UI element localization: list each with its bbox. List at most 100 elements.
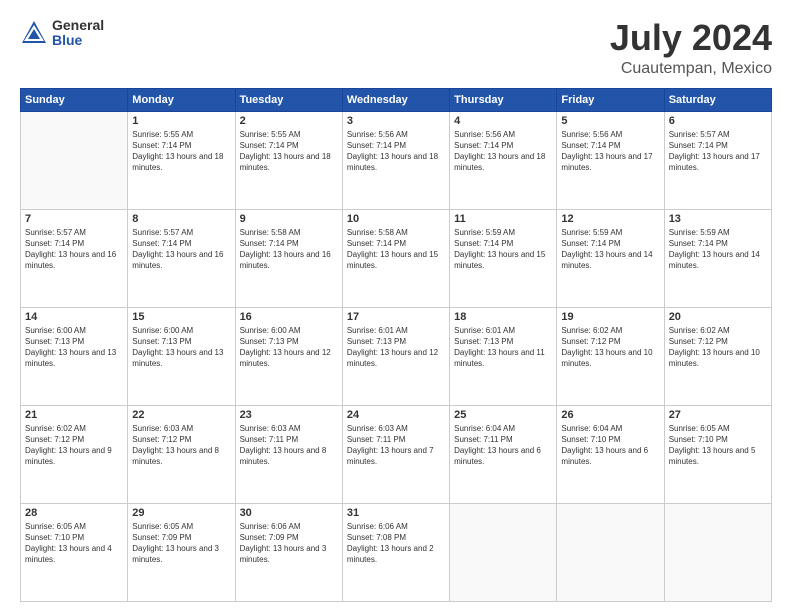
table-row: 6 Sunrise: 5:57 AM Sunset: 7:14 PM Daylig… <box>664 111 771 209</box>
day-number: 31 <box>347 507 445 519</box>
day-number: 2 <box>240 115 338 127</box>
table-row: 13 Sunrise: 5:59 AM Sunset: 7:14 PM Dayli… <box>664 209 771 307</box>
title-location: Cuautempan, Mexico <box>610 60 772 78</box>
header: General Blue July 2024 Cuautempan, Mexic… <box>20 18 772 78</box>
day-info: Sunrise: 5:56 AM Sunset: 7:14 PM Dayligh… <box>561 129 659 174</box>
day-info: Sunrise: 6:03 AM Sunset: 7:12 PM Dayligh… <box>132 423 230 468</box>
table-row: 24 Sunrise: 6:03 AM Sunset: 7:11 PM Dayli… <box>342 405 449 503</box>
day-number: 19 <box>561 311 659 323</box>
table-row: 8Sunrise: 5:57 AM Sunset: 7:14 PM Daylig… <box>128 209 235 307</box>
day-info: Sunrise: 6:02 AM Sunset: 7:12 PM Dayligh… <box>669 325 767 370</box>
day-number: 15 <box>132 311 230 323</box>
day-number: 29 <box>132 507 230 519</box>
calendar-header-row: Sunday Monday Tuesday Wednesday Thursday… <box>21 88 772 111</box>
day-info: Sunrise: 6:05 AM Sunset: 7:09 PM Dayligh… <box>132 521 230 566</box>
logo-icon <box>20 19 48 47</box>
day-number: 27 <box>669 409 767 421</box>
title-month: July 2024 <box>610 18 772 58</box>
table-row: 26 Sunrise: 6:04 AM Sunset: 7:10 PM Dayli… <box>557 405 664 503</box>
table-row <box>450 503 557 601</box>
table-row: 12 Sunrise: 5:59 AM Sunset: 7:14 PM Dayli… <box>557 209 664 307</box>
table-row: 25 Sunrise: 6:04 AM Sunset: 7:11 PM Dayli… <box>450 405 557 503</box>
day-number: 6 <box>669 115 767 127</box>
calendar-week-row: 7Sunrise: 5:57 AM Sunset: 7:14 PM Daylig… <box>21 209 772 307</box>
day-number: 26 <box>561 409 659 421</box>
day-info: Sunrise: 5:59 AM Sunset: 7:14 PM Dayligh… <box>454 227 552 272</box>
table-row: 17 Sunrise: 6:01 AM Sunset: 7:13 PM Dayli… <box>342 307 449 405</box>
col-monday: Monday <box>128 88 235 111</box>
day-number: 30 <box>240 507 338 519</box>
day-number: 8 <box>132 213 230 225</box>
day-number: 22 <box>132 409 230 421</box>
logo: General Blue <box>20 18 104 49</box>
day-number: 24 <box>347 409 445 421</box>
page: General Blue July 2024 Cuautempan, Mexic… <box>0 0 792 612</box>
day-number: 11 <box>454 213 552 225</box>
day-info: Sunrise: 6:02 AM Sunset: 7:12 PM Dayligh… <box>25 423 123 468</box>
col-thursday: Thursday <box>450 88 557 111</box>
day-info: Sunrise: 6:05 AM Sunset: 7:10 PM Dayligh… <box>25 521 123 566</box>
logo-blue-text: Blue <box>52 33 104 48</box>
day-info: Sunrise: 6:01 AM Sunset: 7:13 PM Dayligh… <box>454 325 552 370</box>
day-number: 28 <box>25 507 123 519</box>
table-row <box>21 111 128 209</box>
col-wednesday: Wednesday <box>342 88 449 111</box>
table-row: 7Sunrise: 5:57 AM Sunset: 7:14 PM Daylig… <box>21 209 128 307</box>
day-info: Sunrise: 6:03 AM Sunset: 7:11 PM Dayligh… <box>240 423 338 468</box>
table-row: 5 Sunrise: 5:56 AM Sunset: 7:14 PM Daylig… <box>557 111 664 209</box>
col-friday: Friday <box>557 88 664 111</box>
col-saturday: Saturday <box>664 88 771 111</box>
calendar-week-row: 21 Sunrise: 6:02 AM Sunset: 7:12 PM Dayli… <box>21 405 772 503</box>
day-info: Sunrise: 6:05 AM Sunset: 7:10 PM Dayligh… <box>669 423 767 468</box>
day-info: Sunrise: 6:00 AM Sunset: 7:13 PM Dayligh… <box>240 325 338 370</box>
logo-text: General Blue <box>52 18 104 49</box>
day-info: Sunrise: 5:55 AM Sunset: 7:14 PM Dayligh… <box>240 129 338 174</box>
day-info: Sunrise: 6:01 AM Sunset: 7:13 PM Dayligh… <box>347 325 445 370</box>
day-info: Sunrise: 5:58 AM Sunset: 7:14 PM Dayligh… <box>347 227 445 272</box>
col-tuesday: Tuesday <box>235 88 342 111</box>
day-number: 12 <box>561 213 659 225</box>
table-row: 15Sunrise: 6:00 AM Sunset: 7:13 PM Dayli… <box>128 307 235 405</box>
day-number: 13 <box>669 213 767 225</box>
day-number: 1 <box>132 115 230 127</box>
title-block: July 2024 Cuautempan, Mexico <box>610 18 772 78</box>
day-info: Sunrise: 5:56 AM Sunset: 7:14 PM Dayligh… <box>454 129 552 174</box>
table-row: 10 Sunrise: 5:58 AM Sunset: 7:14 PM Dayli… <box>342 209 449 307</box>
day-info: Sunrise: 5:55 AM Sunset: 7:14 PM Dayligh… <box>132 129 230 174</box>
day-number: 3 <box>347 115 445 127</box>
day-number: 21 <box>25 409 123 421</box>
table-row: 29 Sunrise: 6:05 AM Sunset: 7:09 PM Dayli… <box>128 503 235 601</box>
day-info: Sunrise: 6:03 AM Sunset: 7:11 PM Dayligh… <box>347 423 445 468</box>
day-info: Sunrise: 6:04 AM Sunset: 7:10 PM Dayligh… <box>561 423 659 468</box>
table-row: 19 Sunrise: 6:02 AM Sunset: 7:12 PM Dayli… <box>557 307 664 405</box>
table-row <box>557 503 664 601</box>
table-row: 27 Sunrise: 6:05 AM Sunset: 7:10 PM Dayli… <box>664 405 771 503</box>
table-row: 30Sunrise: 6:06 AM Sunset: 7:09 PM Dayli… <box>235 503 342 601</box>
table-row: 9Sunrise: 5:58 AM Sunset: 7:14 PM Daylig… <box>235 209 342 307</box>
day-number: 14 <box>25 311 123 323</box>
day-number: 7 <box>25 213 123 225</box>
day-number: 17 <box>347 311 445 323</box>
table-row: 23Sunrise: 6:03 AM Sunset: 7:11 PM Dayli… <box>235 405 342 503</box>
logo-general-text: General <box>52 18 104 33</box>
table-row <box>664 503 771 601</box>
table-row: 4Sunrise: 5:56 AM Sunset: 7:14 PM Daylig… <box>450 111 557 209</box>
table-row: 18 Sunrise: 6:01 AM Sunset: 7:13 PM Dayli… <box>450 307 557 405</box>
day-number: 20 <box>669 311 767 323</box>
day-number: 10 <box>347 213 445 225</box>
day-info: Sunrise: 6:04 AM Sunset: 7:11 PM Dayligh… <box>454 423 552 468</box>
day-info: Sunrise: 5:57 AM Sunset: 7:14 PM Dayligh… <box>669 129 767 174</box>
calendar-week-row: 28 Sunrise: 6:05 AM Sunset: 7:10 PM Dayli… <box>21 503 772 601</box>
table-row: 2 Sunrise: 5:55 AM Sunset: 7:14 PM Daylig… <box>235 111 342 209</box>
table-row: 1 Sunrise: 5:55 AM Sunset: 7:14 PM Daylig… <box>128 111 235 209</box>
day-info: Sunrise: 5:59 AM Sunset: 7:14 PM Dayligh… <box>561 227 659 272</box>
day-number: 18 <box>454 311 552 323</box>
day-info: Sunrise: 6:02 AM Sunset: 7:12 PM Dayligh… <box>561 325 659 370</box>
day-number: 25 <box>454 409 552 421</box>
calendar-week-row: 1 Sunrise: 5:55 AM Sunset: 7:14 PM Daylig… <box>21 111 772 209</box>
table-row: 14Sunrise: 6:00 AM Sunset: 7:13 PM Dayli… <box>21 307 128 405</box>
day-number: 16 <box>240 311 338 323</box>
col-sunday: Sunday <box>21 88 128 111</box>
day-number: 5 <box>561 115 659 127</box>
day-info: Sunrise: 5:59 AM Sunset: 7:14 PM Dayligh… <box>669 227 767 272</box>
